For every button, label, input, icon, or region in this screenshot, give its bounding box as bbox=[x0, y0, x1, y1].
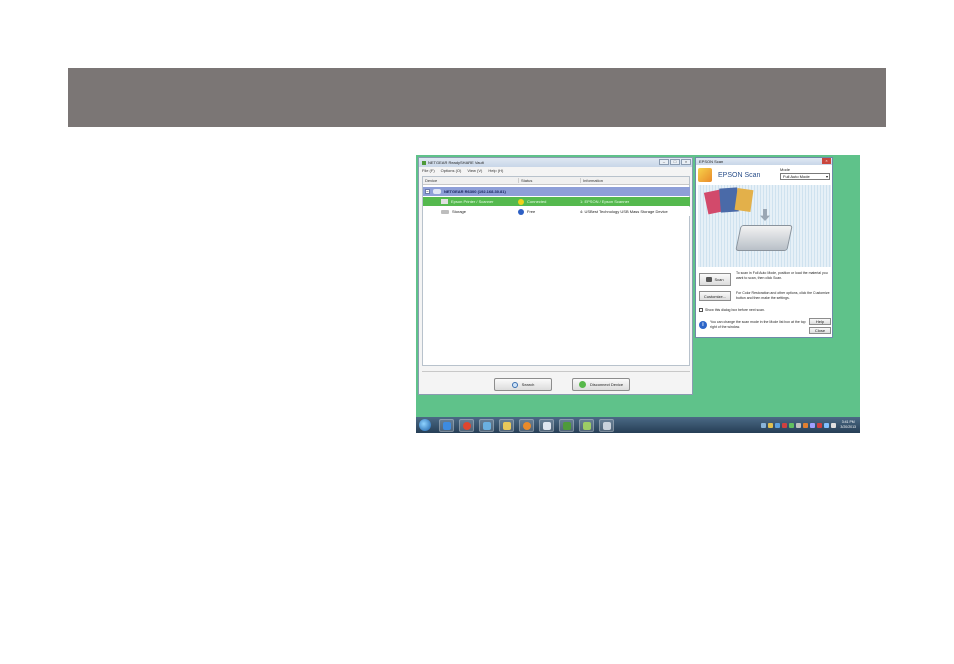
desktop-screenshot: NETGEAR ReadySHARE Vault – □ × File (F) … bbox=[416, 155, 860, 433]
column-device[interactable]: Device bbox=[423, 178, 518, 183]
row-status: Free bbox=[527, 209, 536, 214]
info-icon: i bbox=[699, 321, 707, 329]
taskbar-app[interactable] bbox=[479, 418, 494, 432]
taskbar-app[interactable] bbox=[599, 418, 614, 432]
row-device: Storage bbox=[452, 209, 467, 214]
mode-label: Mode bbox=[780, 167, 791, 172]
tray-icon[interactable] bbox=[782, 422, 788, 428]
close-dialog-button[interactable]: Close bbox=[809, 327, 831, 334]
minimize-button[interactable]: – bbox=[659, 159, 669, 165]
button-bar: Search Disconnect Device bbox=[422, 371, 690, 393]
clock-date: 3/20/2013 bbox=[840, 425, 856, 429]
help-button[interactable]: Help bbox=[809, 318, 831, 325]
taskbar-app[interactable] bbox=[439, 418, 454, 432]
show-dialog-label: Show this dialog box before next scan. bbox=[705, 308, 765, 312]
netgear-window: NETGEAR ReadySHARE Vault – □ × File (F) … bbox=[418, 157, 693, 395]
scan-button[interactable]: Scan bbox=[699, 273, 731, 286]
collapse-icon[interactable]: − bbox=[425, 189, 430, 194]
epson-brand-text: EPSON Scan bbox=[718, 171, 761, 179]
router-group-row[interactable]: − NETGEAR R6300 (192.168.30.81) bbox=[423, 187, 690, 196]
menu-view[interactable]: View (V) bbox=[467, 168, 482, 173]
tray-icon[interactable] bbox=[761, 422, 767, 428]
folder-icon bbox=[502, 421, 511, 430]
tray-icon[interactable] bbox=[789, 422, 795, 428]
taskbar-app[interactable] bbox=[579, 418, 594, 432]
epson-scan-window: EPSON Scan × EPSON Scan Mode Full Auto M… bbox=[695, 157, 833, 338]
menu-file[interactable]: File (F) bbox=[422, 168, 435, 173]
customize-button[interactable]: Customize... bbox=[699, 291, 731, 301]
taskbar-app[interactable] bbox=[499, 418, 514, 432]
printer-icon bbox=[441, 199, 448, 204]
header-band bbox=[68, 68, 886, 127]
app-icon bbox=[422, 160, 426, 165]
row-device: Epson Printer / Scanner bbox=[451, 199, 494, 204]
netgear-app-icon bbox=[562, 421, 571, 430]
taskbar-app[interactable] bbox=[539, 418, 554, 432]
row-info: 4: USBest Technology USB Mass Storage De… bbox=[580, 209, 668, 214]
netgear-window-title: NETGEAR ReadySHARE Vault bbox=[428, 160, 484, 165]
menu-options[interactable]: Options (O) bbox=[441, 168, 462, 173]
scan-description: To scan in Full Auto Mode, position or l… bbox=[736, 271, 828, 280]
clock[interactable]: 3:41 PM 3/20/2013 bbox=[840, 420, 856, 430]
check-icon bbox=[578, 381, 586, 388]
taskbar: 3:41 PM 3/20/2013 bbox=[416, 417, 860, 433]
table-row[interactable]: Storage Free 4: USBest Technology USB Ma… bbox=[423, 207, 690, 216]
tray-icon[interactable] bbox=[824, 422, 830, 428]
column-information[interactable]: Information bbox=[580, 178, 689, 183]
row-status: Connected bbox=[527, 199, 547, 204]
tray-icon[interactable] bbox=[810, 422, 816, 428]
scanner-icon bbox=[735, 225, 793, 251]
close-button[interactable]: × bbox=[822, 158, 831, 164]
tray-icon[interactable] bbox=[803, 422, 809, 428]
epson-logo-icon bbox=[698, 168, 712, 182]
window-icon bbox=[542, 421, 551, 430]
table-row[interactable]: Epson Printer / Scanner Connected 1: EPS… bbox=[423, 197, 690, 206]
menu-help[interactable]: Help (H) bbox=[488, 168, 503, 173]
chrome-icon bbox=[462, 421, 471, 430]
router-label: NETGEAR R6300 (192.168.30.81) bbox=[444, 189, 506, 194]
search-icon bbox=[511, 381, 518, 388]
scanner-illustration bbox=[698, 185, 831, 267]
column-status[interactable]: Status bbox=[518, 178, 580, 183]
tray-icon[interactable] bbox=[817, 422, 823, 428]
arrow-down-icon bbox=[760, 209, 770, 221]
netgear-titlebar[interactable]: NETGEAR ReadySHARE Vault bbox=[419, 158, 692, 167]
media-player-icon bbox=[522, 421, 531, 430]
close-button[interactable]: × bbox=[681, 159, 691, 165]
search-button[interactable]: Search bbox=[494, 378, 552, 391]
epson-titlebar[interactable]: EPSON Scan bbox=[696, 158, 832, 165]
taskbar-app[interactable] bbox=[519, 418, 534, 432]
network-icon bbox=[482, 421, 491, 430]
tray-icon[interactable] bbox=[768, 422, 774, 428]
epson-brand: EPSON Scan bbox=[698, 167, 778, 183]
system-tray: 3:41 PM 3/20/2013 bbox=[759, 417, 860, 433]
info-icon bbox=[518, 208, 524, 215]
customize-description: For Color Restoration and other options,… bbox=[736, 291, 830, 300]
storage-icon bbox=[441, 209, 449, 214]
pen-icon bbox=[582, 421, 591, 430]
taskbar-app[interactable] bbox=[559, 418, 574, 432]
tray-icon[interactable] bbox=[796, 422, 802, 428]
device-list: Device Status Information − NETGEAR R630… bbox=[422, 176, 690, 366]
info-text: You can change the scan mode in the Mode… bbox=[710, 320, 806, 329]
epson-scan-app-icon bbox=[602, 421, 611, 430]
tray-icon[interactable] bbox=[831, 422, 837, 428]
taskbar-app[interactable] bbox=[459, 418, 474, 432]
maximize-button[interactable]: □ bbox=[670, 159, 680, 165]
row-info: 1: EPSON / Epson Scanner bbox=[580, 199, 630, 204]
scan-icon bbox=[706, 277, 713, 282]
ie-icon bbox=[442, 421, 451, 430]
connected-icon bbox=[518, 198, 524, 205]
show-dialog-checkbox[interactable] bbox=[699, 308, 703, 312]
router-icon bbox=[433, 189, 441, 194]
disconnect-device-button[interactable]: Disconnect Device bbox=[572, 378, 630, 391]
start-button[interactable] bbox=[419, 419, 431, 431]
tray-icon[interactable] bbox=[775, 422, 781, 428]
menu-bar: File (F) Options (O) View (V) Help (H) bbox=[419, 167, 692, 174]
list-header: Device Status Information bbox=[423, 177, 689, 185]
photo-icon bbox=[734, 187, 754, 213]
mode-dropdown[interactable]: Full Auto Mode bbox=[780, 173, 830, 180]
